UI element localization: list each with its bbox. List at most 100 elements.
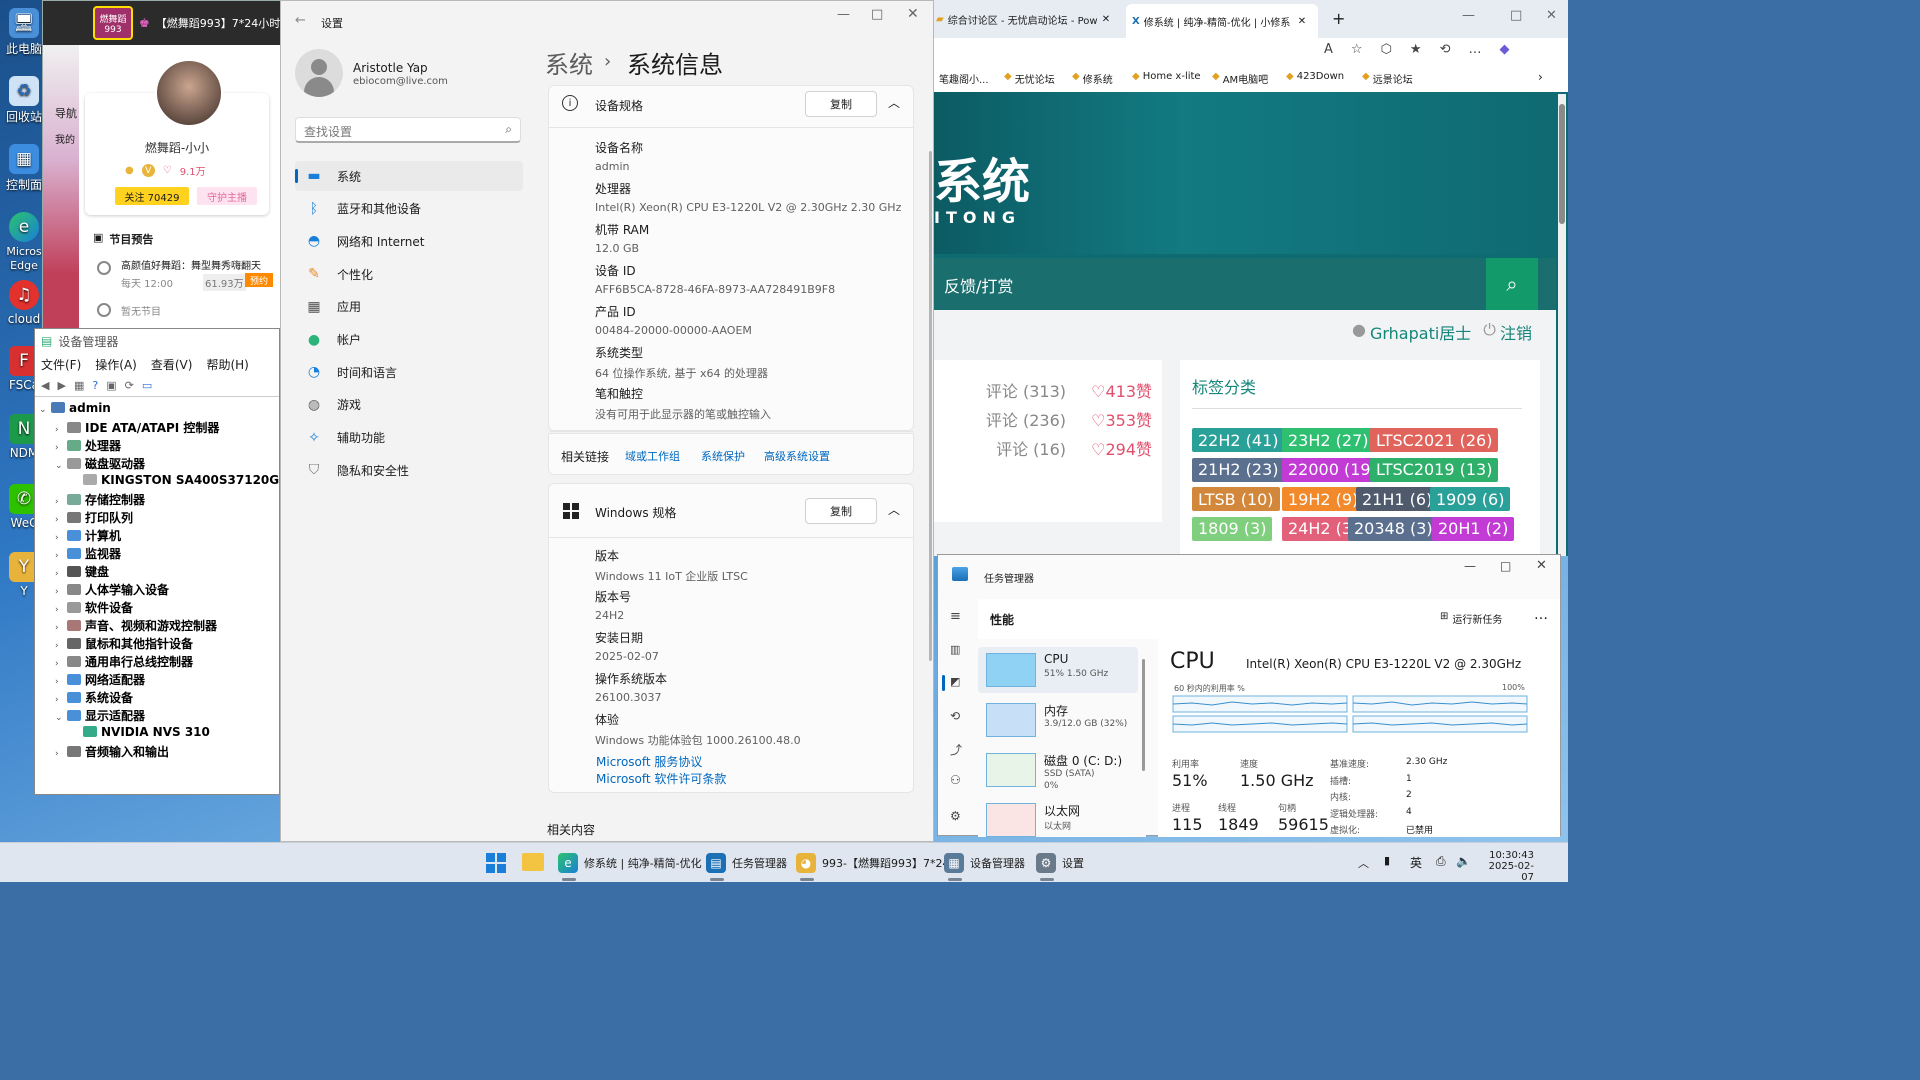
hamburger-menu-icon[interactable]: ≡ xyxy=(950,609,961,624)
copilot-icon[interactable]: ◆ xyxy=(1499,42,1509,57)
maximize-icon[interactable]: □ xyxy=(1510,8,1522,23)
battery-icon[interactable]: ▮ xyxy=(1384,854,1390,867)
chevron-right-icon[interactable]: › xyxy=(55,497,67,507)
minimize-icon[interactable]: — xyxy=(1464,559,1476,573)
favorite-star-icon[interactable]: ☆ xyxy=(1351,42,1363,57)
spec-value[interactable]: Windows 11 IoT 企业版 LTSC xyxy=(595,568,748,584)
back-arrow-icon[interactable]: ◀ xyxy=(41,379,49,392)
desktop-icon-this-pc[interactable]: 🖥 此电脑 xyxy=(2,8,46,57)
tree-category[interactable]: › 存储控制器 xyxy=(55,491,145,508)
close-icon[interactable]: ✕ xyxy=(1298,16,1306,27)
spec-value[interactable]: 00484-20000-00000-AAOEM xyxy=(595,324,752,337)
tree-category[interactable]: › 网络适配器 xyxy=(55,671,145,688)
nav-item-5[interactable]: ● 帐户 xyxy=(295,325,523,355)
tree-category[interactable]: › 计算机 xyxy=(55,527,121,544)
extensions-icon[interactable]: ⬡ xyxy=(1381,42,1392,57)
link-advanced-settings[interactable]: 高级系统设置 xyxy=(764,448,830,464)
tree-category[interactable]: › 键盘 xyxy=(55,563,109,580)
desktop-icon-control-panel[interactable]: ▦ 控制面 xyxy=(2,144,46,193)
chevron-right-icon[interactable]: › xyxy=(55,587,67,597)
live-my-label[interactable]: 我的 xyxy=(55,131,75,146)
tree-category[interactable]: › 声音、视频和游戏控制器 xyxy=(55,617,217,634)
startup-apps-icon[interactable]: ⤴ xyxy=(950,741,962,758)
nav-feedback[interactable]: 反馈/打赏 xyxy=(944,273,1013,297)
nav-item-7[interactable]: ◍ 游戏 xyxy=(295,390,523,420)
tree-device[interactable]: NVIDIA NVS 310 xyxy=(71,725,210,739)
desktop-icon-edge[interactable]: e Micros Edge xyxy=(2,212,46,272)
file-explorer-icon[interactable] xyxy=(522,853,544,871)
menu-action[interactable]: 操作(A) xyxy=(95,356,137,373)
spec-value[interactable]: 没有可用于此显示器的笔或触控输入 xyxy=(595,406,771,422)
tree-category[interactable]: › 监视器 xyxy=(55,545,121,562)
like-count[interactable]: ♡413赞 xyxy=(1091,378,1152,402)
settings-scrollbar[interactable] xyxy=(929,151,932,661)
tag-badge[interactable]: 23H2 (27) xyxy=(1282,428,1375,452)
perf-item-1[interactable]: 内存 3.9/12.0 GB (32%) xyxy=(978,697,1138,743)
favorite-item[interactable]: ◆ 423Down xyxy=(1286,71,1344,82)
new-tab-icon[interactable]: + xyxy=(1332,9,1345,28)
link-domain-workgroup[interactable]: 域或工作组 xyxy=(625,448,680,464)
tree-category[interactable]: › 处理器 xyxy=(55,437,121,454)
tag-badge[interactable]: 22000 (19) xyxy=(1282,457,1383,482)
spec-value[interactable]: AFF6B5CA-8728-46FA-8973-AA728491B9F8 xyxy=(595,283,835,296)
maximize-icon[interactable]: □ xyxy=(871,7,883,22)
nav-item-2[interactable]: ◓ 网络和 Internet xyxy=(295,226,523,256)
search-icon[interactable]: ⌕ xyxy=(1486,258,1538,310)
reserve-button[interactable]: 预约 xyxy=(245,273,273,287)
copy-device-spec-button[interactable]: 复制 xyxy=(805,91,877,117)
tag-badge[interactable]: 1909 (6) xyxy=(1430,487,1511,511)
spec-value[interactable]: Windows 功能体验包 1000.26100.48.0 xyxy=(595,732,801,748)
menu-help[interactable]: 帮助(H) xyxy=(206,356,248,373)
forward-arrow-icon[interactable]: ▶ xyxy=(57,379,65,392)
copy-windows-spec-button[interactable]: 复制 xyxy=(805,498,877,524)
start-button[interactable] xyxy=(486,853,506,873)
side-scrollbar[interactable] xyxy=(1142,659,1145,771)
spec-value[interactable]: 2025-02-07 xyxy=(595,650,659,663)
scrollbar-thumb[interactable] xyxy=(1559,104,1565,224)
clock[interactable]: 10:30:43 2025-02-07 xyxy=(1484,850,1534,883)
taskbar-item-2[interactable]: ◕ 993-【燃舞蹈993】7*24 xyxy=(796,849,949,881)
favorites-icon[interactable]: ★ xyxy=(1410,42,1422,57)
favorite-item[interactable]: ◆ 修系统 xyxy=(1072,71,1113,86)
favorite-item[interactable]: ◆ Home x-lite xyxy=(1132,71,1201,82)
maximize-icon[interactable]: □ xyxy=(1500,559,1511,573)
chevron-up-icon[interactable]: ︿ xyxy=(888,94,900,111)
browser-address-bar[interactable]: A ☆ ⬡ ★ ⟲ … ◆ xyxy=(934,38,1568,64)
chevron-right-icon[interactable]: › xyxy=(55,551,67,561)
tray-expand-icon[interactable]: ︿ xyxy=(1358,855,1369,871)
tree-category[interactable]: › IDE ATA/ATAPI 控制器 xyxy=(55,419,219,436)
tag-badge[interactable]: 21H2 (23) xyxy=(1192,457,1285,482)
minimize-icon[interactable]: — xyxy=(1462,8,1475,23)
read-aloud-icon[interactable]: A xyxy=(1324,42,1333,57)
monitor-icon[interactable]: ▭ xyxy=(142,379,152,392)
chevron-right-icon[interactable]: › xyxy=(55,695,67,705)
tree-root[interactable]: ⌄ admin xyxy=(39,401,111,415)
tree-category[interactable]: › 音频输入和输出 xyxy=(55,743,169,760)
tree-category[interactable]: ⌄ 磁盘驱动器 xyxy=(55,455,145,472)
favorite-item[interactable]: ◆ 无忧论坛 xyxy=(1004,71,1055,86)
browser-scrollbar[interactable] xyxy=(1558,94,1566,556)
favorite-item[interactable]: ◆ 远景论坛 xyxy=(1362,71,1413,86)
comment-count[interactable]: 评论 (236) xyxy=(986,407,1066,431)
nav-item-6[interactable]: ◔ 时间和语言 xyxy=(295,357,523,387)
chevron-right-icon[interactable]: › xyxy=(55,659,67,669)
breadcrumb-parent[interactable]: 系统 xyxy=(545,45,593,80)
help-icon[interactable]: ? xyxy=(92,379,98,392)
chevron-right-icon[interactable]: › xyxy=(55,623,67,633)
close-icon[interactable]: ✕ xyxy=(1102,14,1110,25)
program-title[interactable]: 高颜值好舞蹈：舞型舞秀嗨翻天 xyxy=(121,257,261,272)
chevron-right-icon[interactable]: › xyxy=(55,533,67,543)
tag-badge[interactable]: 1809 (3) xyxy=(1192,516,1273,541)
more-icon[interactable]: … xyxy=(1468,42,1481,57)
favorite-item[interactable]: 笔趣阁小... xyxy=(936,71,989,86)
nav-item-4[interactable]: ▦ 应用 xyxy=(295,292,523,322)
tag-badge[interactable]: 20H1 (2) xyxy=(1432,516,1515,541)
chevron-right-icon[interactable]: › xyxy=(55,425,67,435)
desktop-icon-recycle-bin[interactable]: ♻ 回收站 xyxy=(2,76,46,125)
perf-item-2[interactable]: 磁盘 0 (C: D:) SSD (SATA) 0% xyxy=(978,747,1138,793)
network-icon[interactable]: ⎙ xyxy=(1436,854,1446,869)
minimize-icon[interactable]: — xyxy=(837,7,850,22)
chevron-down-icon[interactable]: ⌄ xyxy=(55,461,67,471)
desktop-icon-cloud-music[interactable]: ♫ cloud xyxy=(2,280,46,326)
chevron-right-icon[interactable]: › xyxy=(55,443,67,453)
